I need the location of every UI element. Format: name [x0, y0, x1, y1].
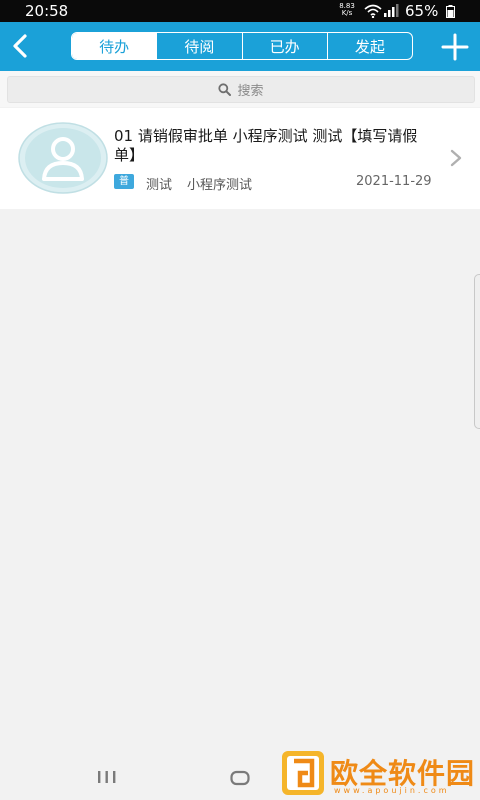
item-user: 测试 — [146, 178, 173, 193]
list-item[interactable]: 01 请销假审批单 小程序测试 测试【填写请假单】 普 测试 小程序测试 202… — [0, 108, 480, 209]
edge-panel-handle[interactable] — [474, 274, 480, 429]
header-bar: 待办 待阅 已办 发起 — [0, 22, 480, 71]
priority-badge: 普 — [114, 174, 134, 189]
recent-apps-icon[interactable] — [97, 769, 117, 785]
item-app: 小程序测试 — [187, 178, 253, 193]
item-date: 2021-11-29 — [356, 174, 432, 189]
item-title: 01 请销假审批单 小程序测试 测试【填写请假单】 — [114, 127, 418, 164]
status-time: 20:58 — [25, 2, 69, 20]
status-bar: 20:58 8.83 K/s 65% — [0, 0, 480, 22]
network-speed: 8.83 K/s — [337, 3, 357, 17]
back-icon[interactable] — [8, 32, 34, 60]
tab-todo[interactable]: 待办 — [72, 33, 157, 59]
signal-icon — [384, 4, 399, 17]
network-speed-unit: K/s — [341, 9, 353, 17]
add-icon[interactable] — [441, 33, 469, 61]
search-placeholder: 搜索 — [237, 84, 264, 99]
home-icon[interactable] — [230, 770, 250, 786]
avatar — [18, 122, 108, 194]
search-icon — [218, 83, 232, 96]
wifi-icon — [364, 4, 382, 18]
tab-bar: 待办 待阅 已办 发起 — [71, 32, 413, 60]
battery-percent: 65% — [405, 2, 439, 20]
tab-to-read[interactable]: 待阅 — [156, 33, 241, 59]
chevron-right-icon — [450, 149, 462, 167]
search-input[interactable]: 搜索 — [7, 76, 475, 103]
tab-done[interactable]: 已办 — [241, 33, 327, 59]
tab-initiated[interactable]: 发起 — [326, 33, 412, 59]
battery-icon — [446, 5, 455, 18]
watermark-url: www.apoujin.com — [334, 786, 450, 795]
search-area: 搜索 — [0, 71, 480, 107]
watermark-logo — [282, 751, 324, 795]
